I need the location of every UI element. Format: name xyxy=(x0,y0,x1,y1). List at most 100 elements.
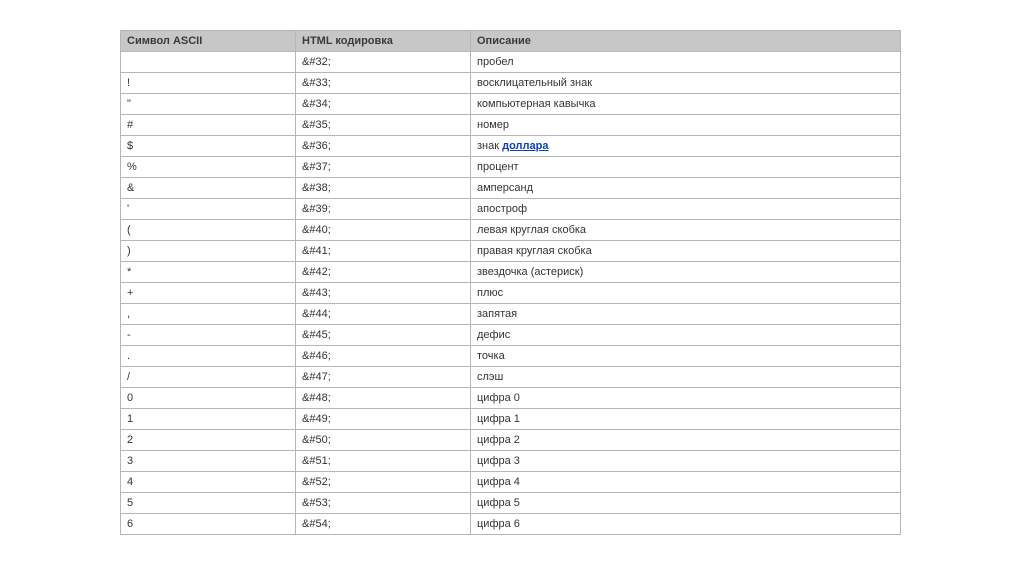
cell-desc: компьютерная кавычка xyxy=(471,94,901,115)
cell-code: &#54; xyxy=(296,514,471,535)
cell-desc: звездочка (астериск) xyxy=(471,262,901,283)
cell-desc: цифра 5 xyxy=(471,493,901,514)
table-body: &#32;пробел!&#33;восклицательный знак"&#… xyxy=(121,52,901,535)
cell-code: &#33; xyxy=(296,73,471,94)
cell-code: &#41; xyxy=(296,241,471,262)
cell-code: &#45; xyxy=(296,325,471,346)
header-code: HTML кодировка xyxy=(296,31,471,52)
cell-desc: плюс xyxy=(471,283,901,304)
cell-code: &#32; xyxy=(296,52,471,73)
table-header-row: Символ ASCII HTML кодировка Описание xyxy=(121,31,901,52)
cell-code: &#52; xyxy=(296,472,471,493)
cell-code: &#51; xyxy=(296,451,471,472)
cell-symbol: & xyxy=(121,178,296,199)
cell-symbol: * xyxy=(121,262,296,283)
table-row: &&#38;амперсанд xyxy=(121,178,901,199)
cell-desc: левая круглая скобка xyxy=(471,220,901,241)
cell-code: &#35; xyxy=(296,115,471,136)
table-row: 3&#51;цифра 3 xyxy=(121,451,901,472)
cell-desc: правая круглая скобка xyxy=(471,241,901,262)
cell-desc: восклицательный знак xyxy=(471,73,901,94)
cell-desc: номер xyxy=(471,115,901,136)
table-row: %&#37;процент xyxy=(121,157,901,178)
cell-code: &#34; xyxy=(296,94,471,115)
cell-desc: цифра 4 xyxy=(471,472,901,493)
cell-symbol: ' xyxy=(121,199,296,220)
cell-code: &#53; xyxy=(296,493,471,514)
table-row: (&#40;левая круглая скобка xyxy=(121,220,901,241)
table-row: *&#42;звездочка (астериск) xyxy=(121,262,901,283)
table-row: "&#34;компьютерная кавычка xyxy=(121,94,901,115)
cell-symbol: # xyxy=(121,115,296,136)
table-row: 0&#48;цифра 0 xyxy=(121,388,901,409)
cell-symbol: 3 xyxy=(121,451,296,472)
cell-desc: запятая xyxy=(471,304,901,325)
cell-symbol: / xyxy=(121,367,296,388)
cell-symbol: $ xyxy=(121,136,296,157)
table-row: 1&#49;цифра 1 xyxy=(121,409,901,430)
cell-symbol: ) xyxy=(121,241,296,262)
table-row: #&#35;номер xyxy=(121,115,901,136)
table-row: -&#45;дефис xyxy=(121,325,901,346)
cell-symbol: 0 xyxy=(121,388,296,409)
table-row: !&#33;восклицательный знак xyxy=(121,73,901,94)
cell-desc: цифра 1 xyxy=(471,409,901,430)
cell-code: &#44; xyxy=(296,304,471,325)
desc-prefix: знак xyxy=(477,140,502,152)
cell-desc: цифра 6 xyxy=(471,514,901,535)
cell-code: &#43; xyxy=(296,283,471,304)
cell-symbol: , xyxy=(121,304,296,325)
cell-desc: цифра 0 xyxy=(471,388,901,409)
cell-symbol: 2 xyxy=(121,430,296,451)
cell-code: &#39; xyxy=(296,199,471,220)
table-row: 6&#54;цифра 6 xyxy=(121,514,901,535)
cell-desc: дефис xyxy=(471,325,901,346)
cell-code: &#48; xyxy=(296,388,471,409)
cell-symbol: 6 xyxy=(121,514,296,535)
table-row: )&#41;правая круглая скобка xyxy=(121,241,901,262)
cell-code: &#49; xyxy=(296,409,471,430)
header-symbol: Символ ASCII xyxy=(121,31,296,52)
table-row: 2&#50;цифра 2 xyxy=(121,430,901,451)
cell-symbol: ( xyxy=(121,220,296,241)
cell-code: &#38; xyxy=(296,178,471,199)
table-row: &#32;пробел xyxy=(121,52,901,73)
table-row: '&#39;апостроф xyxy=(121,199,901,220)
cell-desc: точка xyxy=(471,346,901,367)
cell-code: &#50; xyxy=(296,430,471,451)
cell-desc: процент xyxy=(471,157,901,178)
cell-desc: пробел xyxy=(471,52,901,73)
table-row: 4&#52;цифра 4 xyxy=(121,472,901,493)
cell-desc: цифра 3 xyxy=(471,451,901,472)
cell-desc: апостроф xyxy=(471,199,901,220)
cell-code: &#40; xyxy=(296,220,471,241)
cell-code: &#46; xyxy=(296,346,471,367)
cell-symbol: 5 xyxy=(121,493,296,514)
header-desc: Описание xyxy=(471,31,901,52)
cell-desc: знак доллара xyxy=(471,136,901,157)
desc-link[interactable]: доллара xyxy=(502,140,548,152)
table-row: 5&#53;цифра 5 xyxy=(121,493,901,514)
cell-code: &#42; xyxy=(296,262,471,283)
cell-desc: цифра 2 xyxy=(471,430,901,451)
table-row: .&#46;точка xyxy=(121,346,901,367)
cell-code: &#37; xyxy=(296,157,471,178)
cell-symbol: - xyxy=(121,325,296,346)
cell-symbol: . xyxy=(121,346,296,367)
ascii-table: Символ ASCII HTML кодировка Описание &#3… xyxy=(120,30,901,535)
cell-symbol xyxy=(121,52,296,73)
cell-symbol: ! xyxy=(121,73,296,94)
table-row: /&#47;слэш xyxy=(121,367,901,388)
cell-desc: слэш xyxy=(471,367,901,388)
cell-code: &#47; xyxy=(296,367,471,388)
cell-symbol: 1 xyxy=(121,409,296,430)
cell-symbol: + xyxy=(121,283,296,304)
table-row: +&#43;плюс xyxy=(121,283,901,304)
cell-symbol: % xyxy=(121,157,296,178)
cell-symbol: 4 xyxy=(121,472,296,493)
cell-code: &#36; xyxy=(296,136,471,157)
page-container: Символ ASCII HTML кодировка Описание &#3… xyxy=(0,0,1024,576)
cell-symbol: " xyxy=(121,94,296,115)
table-row: ,&#44;запятая xyxy=(121,304,901,325)
cell-desc: амперсанд xyxy=(471,178,901,199)
